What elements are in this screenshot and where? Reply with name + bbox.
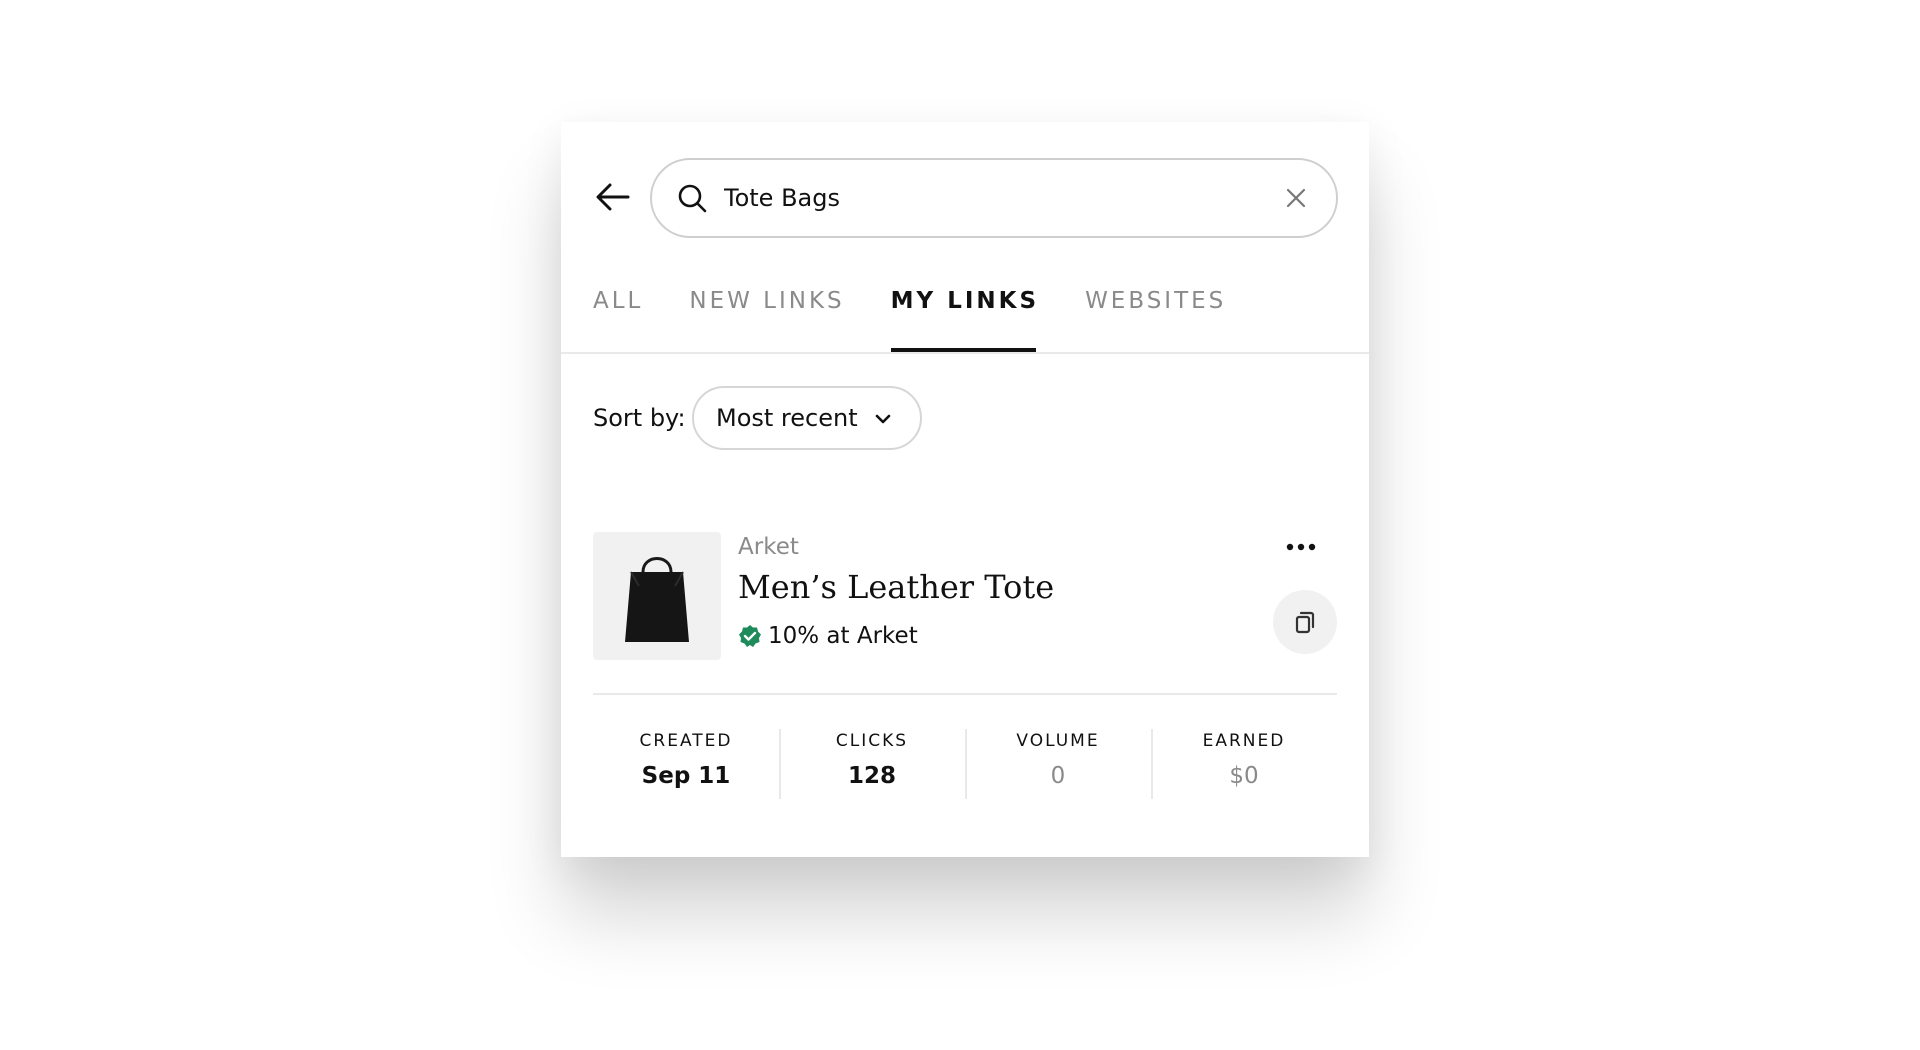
stat-clicks: CLICKS 128 (779, 729, 965, 799)
sort-value: Most recent (716, 404, 858, 432)
stat-volume: VOLUME 0 (965, 729, 1151, 799)
commission-info: 10% at Arket (738, 623, 918, 649)
search-input[interactable] (724, 184, 1244, 212)
stat-value: Sep 11 (641, 763, 731, 789)
stat-earned: EARNED $0 (1151, 729, 1337, 799)
tote-bag-image (625, 557, 689, 642)
verified-check-icon (739, 625, 761, 647)
stat-value: 128 (847, 763, 896, 789)
tab-bar: ALL NEW LINKS MY LINKS WEBSITES (593, 288, 1272, 352)
search-bar (650, 158, 1338, 238)
tab-websites[interactable]: WEBSITES (1085, 288, 1226, 352)
stage: ALL NEW LINKS MY LINKS WEBSITES Sort by:… (0, 0, 1920, 1050)
product-brand: Arket (738, 534, 799, 560)
back-button[interactable] (591, 175, 635, 219)
stat-created: CREATED Sep 11 (593, 729, 779, 799)
more-options-button[interactable] (1281, 532, 1321, 562)
stat-label: CLICKS (835, 731, 909, 751)
tab-new-links[interactable]: NEW LINKS (689, 288, 844, 352)
stat-label: VOLUME (1016, 731, 1100, 751)
tab-my-links[interactable]: MY LINKS (890, 288, 1039, 352)
copy-icon (1295, 611, 1315, 634)
stat-label: EARNED (1202, 731, 1286, 751)
copy-link-button[interactable] (1273, 590, 1337, 654)
link-stats: CREATED Sep 11 CLICKS 128 VOLUME 0 EARNE… (593, 729, 1337, 799)
links-panel: ALL NEW LINKS MY LINKS WEBSITES Sort by:… (561, 122, 1369, 857)
tab-all[interactable]: ALL (593, 288, 643, 352)
tabs-divider (561, 352, 1369, 354)
close-icon (1286, 188, 1306, 208)
item-divider (593, 693, 1337, 695)
search-icon (676, 182, 708, 214)
chevron-down-icon (875, 414, 891, 424)
sort-label: Sort by: (593, 404, 686, 432)
product-thumbnail[interactable] (593, 532, 721, 660)
product-name[interactable]: Men’s Leather Tote (738, 568, 1054, 606)
stat-label: CREATED (639, 731, 733, 751)
stat-value: 0 (1050, 763, 1066, 789)
clear-search-button[interactable] (1282, 184, 1310, 212)
sort-dropdown[interactable]: Most recent (692, 386, 922, 450)
more-horizontal-icon (1286, 543, 1316, 551)
commission-text: 10% at Arket (768, 623, 918, 649)
stat-value: $0 (1229, 763, 1259, 789)
arrow-left-icon (596, 183, 630, 211)
